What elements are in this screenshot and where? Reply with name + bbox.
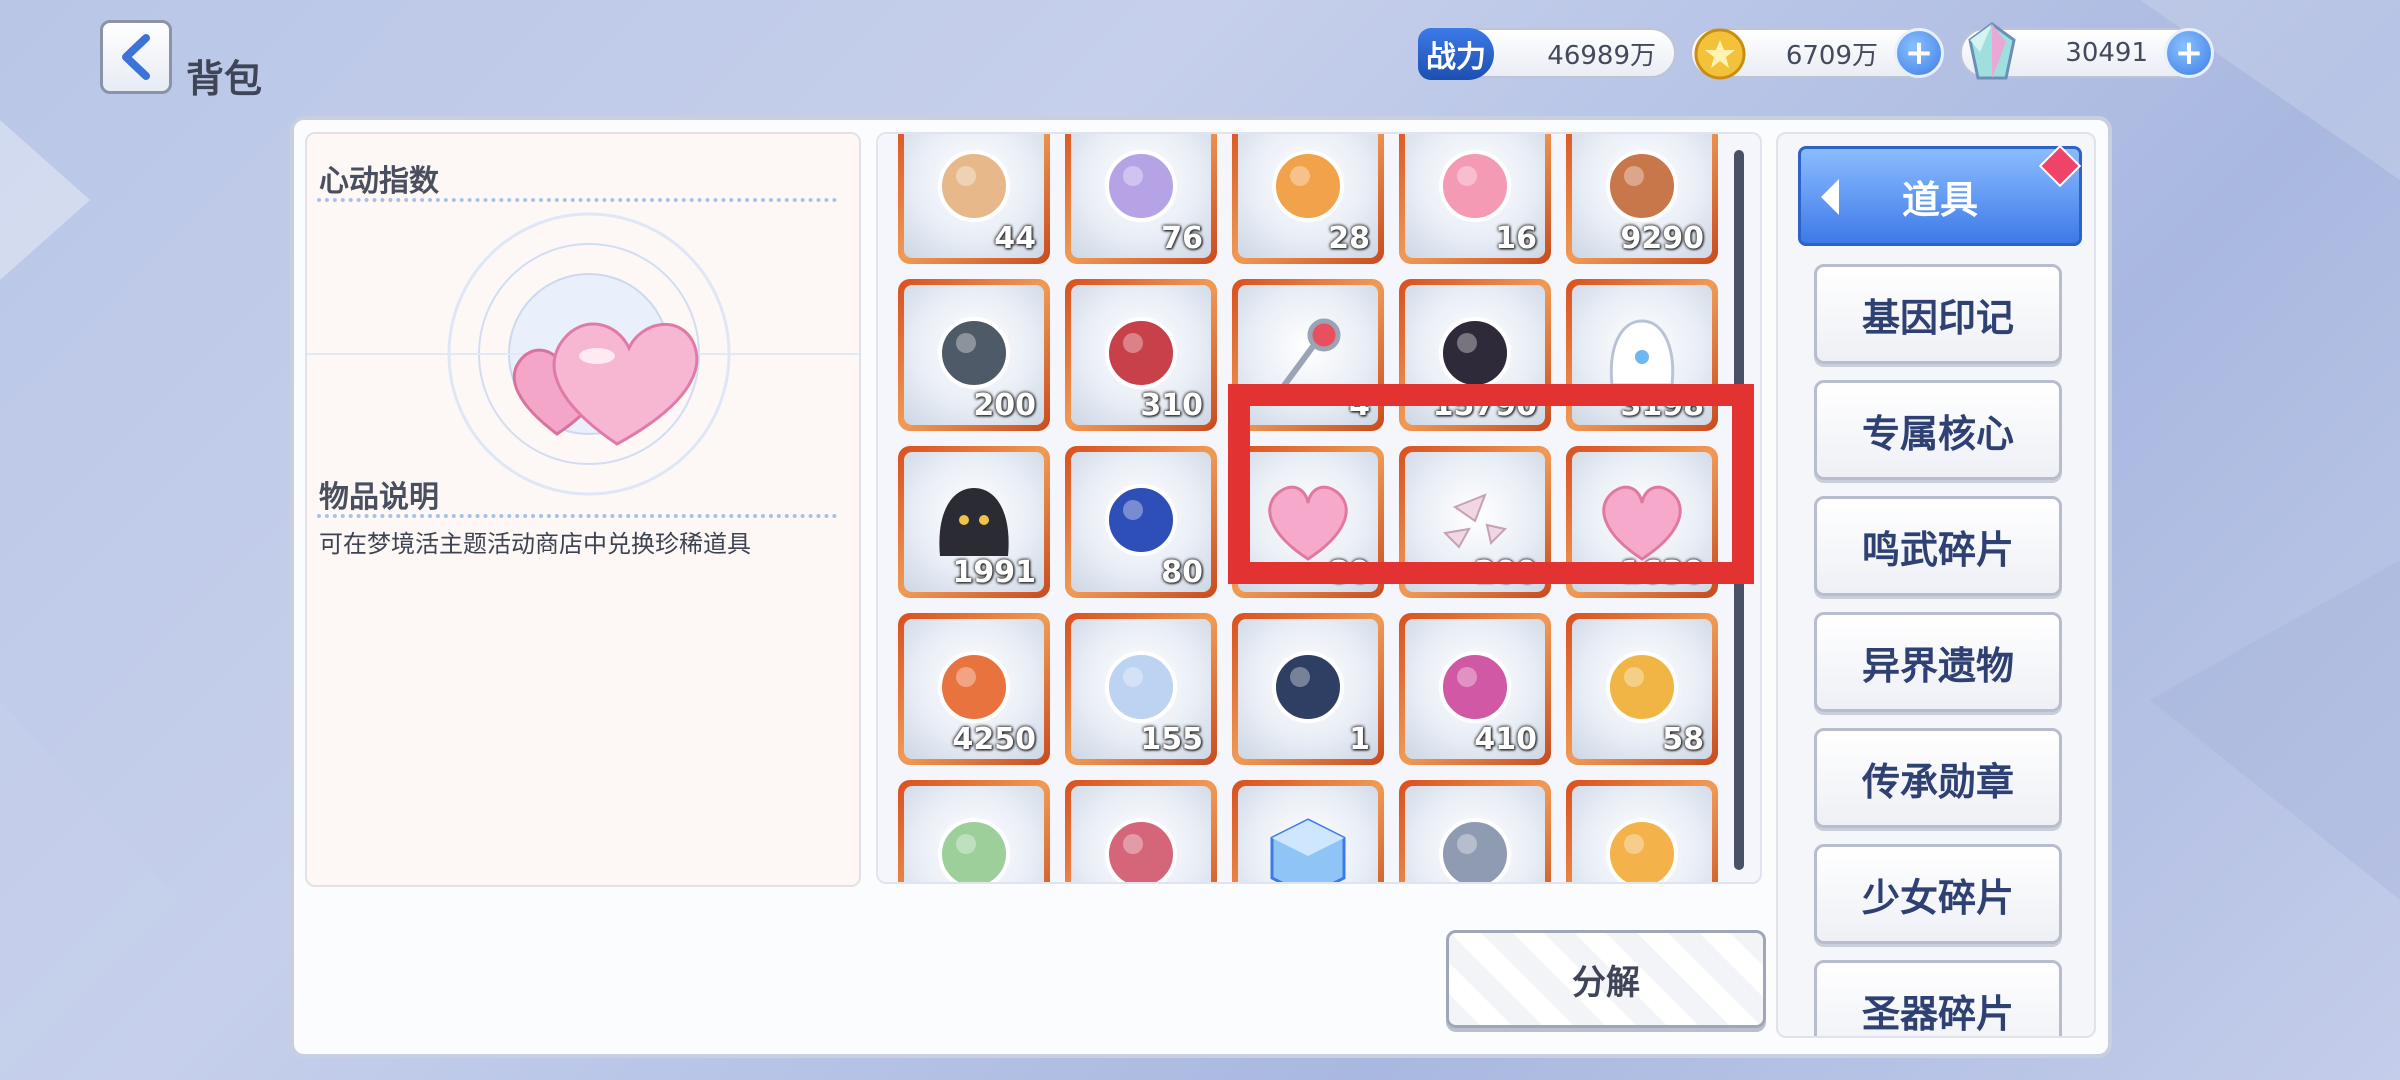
tab-label: 道具 [1901, 177, 1978, 222]
inventory-slot[interactable]: 9290 [1566, 134, 1718, 264]
silver-bar-icon [1405, 786, 1545, 882]
add-gem-button[interactable]: + [2164, 28, 2214, 78]
tab-category[interactable]: 鸣武碎片 [1814, 496, 2062, 596]
inventory-slot[interactable]: 30 [1399, 780, 1551, 882]
item-count: 16 [1495, 221, 1537, 256]
power-value: 46989万 [1547, 40, 1656, 71]
inventory-slot[interactable]: 76 [1065, 134, 1217, 264]
slot-background: 1991 [904, 452, 1044, 592]
notification-badge [2038, 144, 2082, 188]
gold-display: 6709万 + [1690, 28, 1944, 80]
inventory-slot[interactable]: 4250 [898, 613, 1050, 765]
slot-background: 204 [1238, 786, 1378, 882]
gold-coin-icon [1694, 28, 1746, 80]
power-display: 战力 46989万 [1418, 28, 1676, 80]
slot-background: 58 [1572, 619, 1712, 759]
tab-category[interactable]: 专属核心 [1814, 380, 2062, 480]
decompose-button[interactable]: 分解 [1446, 930, 1766, 1028]
slot-background: 28 [1238, 134, 1378, 258]
tab-items[interactable]: 道具 [1798, 144, 2082, 246]
tab-category[interactable]: 圣器碎片 [1814, 960, 2062, 1036]
inventory-slot[interactable]: 28 [1232, 134, 1384, 264]
affection-title: 心动指数 [319, 164, 439, 199]
power-icon: 战力 [1418, 28, 1494, 80]
inventory-slot[interactable]: 80 [1065, 446, 1217, 598]
inventory-slot[interactable]: 3 [898, 780, 1050, 882]
item-detail-panel: 心动指数 物品说明 可在梦境活主题活动商店中兑换珍稀道具 [305, 132, 861, 887]
category-tabs: 道具 基因印记专属核心鸣武碎片异界遗物传承勋章少女碎片圣器碎片 [1776, 132, 2096, 1038]
inventory-slot[interactable]: 44 [898, 134, 1050, 264]
slot-background: 1 [1238, 619, 1378, 759]
item-count: 4250 [952, 722, 1037, 757]
slot-background: 9290 [1572, 134, 1712, 258]
plus-icon: + [1904, 33, 1934, 73]
gem-value: 30491 [2065, 38, 2148, 68]
item-count: 80 [1161, 555, 1203, 590]
plus-icon: + [2174, 33, 2204, 73]
slot-background: 310 [1071, 285, 1211, 425]
chevron-left-icon [1821, 179, 1839, 215]
inventory-slot[interactable]: 58 [1566, 613, 1718, 765]
tab-category[interactable]: 基因印记 [1814, 264, 2062, 364]
item-count: 155 [1140, 722, 1203, 757]
selection-highlight [1228, 384, 1754, 584]
slot-background: 13232 [1071, 786, 1211, 882]
inventory-slot[interactable]: 310 [1065, 279, 1217, 431]
chevron-left-icon [122, 34, 150, 80]
gold-wing-icon [1572, 786, 1712, 882]
divider [317, 514, 837, 518]
slot-background: 16 [1405, 134, 1545, 258]
page-title: 背包 [186, 57, 263, 101]
tab-category[interactable]: 少女碎片 [1814, 844, 2062, 944]
slot-background: 80 [1071, 452, 1211, 592]
inventory-slot[interactable]: 4730 [1566, 780, 1718, 882]
inventory-slot[interactable]: 204 [1232, 780, 1384, 882]
gem-display: 30491 + [1960, 22, 2214, 80]
inventory-slot[interactable]: 13232 [1065, 780, 1217, 882]
item-count: 9290 [1620, 221, 1705, 256]
leaf-icon [904, 786, 1044, 882]
inventory-slot[interactable]: 1991 [898, 446, 1050, 598]
item-count: 200 [973, 388, 1036, 423]
slot-background: 4730 [1572, 786, 1712, 882]
inventory-slot[interactable]: 1 [1232, 613, 1384, 765]
slot-background: 4250 [904, 619, 1044, 759]
item-count: 1 [1349, 722, 1370, 757]
divider [317, 198, 837, 202]
slot-background: 30 [1405, 786, 1545, 882]
item-count: 44 [994, 221, 1036, 256]
ice-cube-icon [1238, 786, 1378, 882]
slot-background: 76 [1071, 134, 1211, 258]
item-description: 可在梦境活主题活动商店中兑换珍稀道具 [319, 530, 751, 558]
slot-background: 410 [1405, 619, 1545, 759]
item-count: 28 [1328, 221, 1370, 256]
inventory-slot[interactable]: 155 [1065, 613, 1217, 765]
item-count: 410 [1474, 722, 1537, 757]
add-gold-button[interactable]: + [1894, 28, 1944, 78]
tab-category[interactable]: 传承勋章 [1814, 728, 2062, 828]
heart-icon [512, 322, 699, 446]
slot-background: 155 [1071, 619, 1211, 759]
scroll-icon [1071, 786, 1211, 882]
item-count: 76 [1161, 221, 1203, 256]
inventory-slot[interactable]: 410 [1399, 613, 1551, 765]
item-count: 310 [1140, 388, 1203, 423]
gem-icon [1968, 22, 2016, 80]
item-count: 58 [1662, 722, 1704, 757]
slot-background: 44 [904, 134, 1044, 258]
tab-category[interactable]: 异界遗物 [1814, 612, 2062, 712]
back-button[interactable] [100, 20, 172, 94]
slot-background: 200 [904, 285, 1044, 425]
item-count: 1991 [952, 555, 1037, 590]
inventory-slot[interactable]: 200 [898, 279, 1050, 431]
gold-value: 6709万 [1785, 40, 1878, 71]
slot-background: 3 [904, 786, 1044, 882]
description-title: 物品说明 [319, 480, 439, 515]
inventory-slot[interactable]: 16 [1399, 134, 1551, 264]
